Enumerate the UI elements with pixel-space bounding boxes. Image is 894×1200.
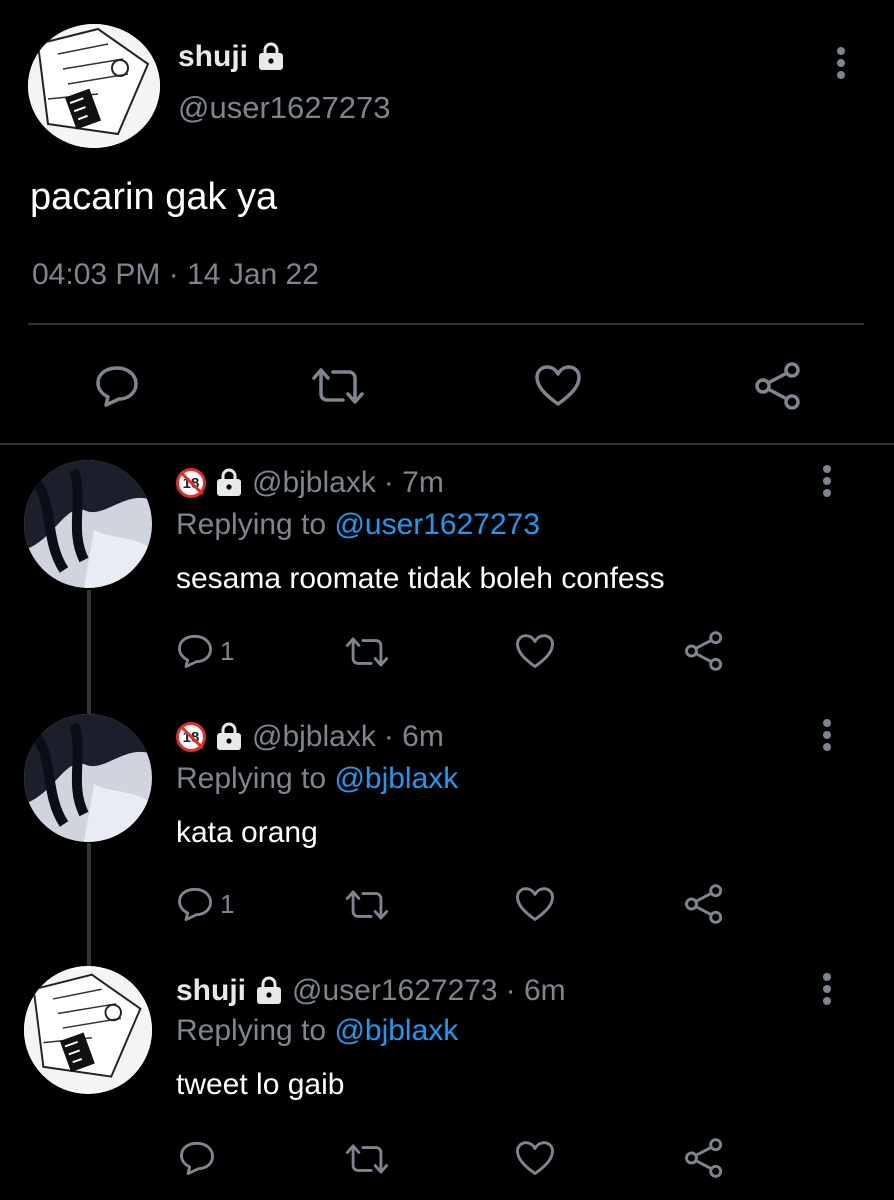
no-under-18-icon: 18: [176, 722, 206, 752]
reply-avatar[interactable]: [24, 460, 152, 588]
like-icon: [516, 887, 554, 921]
like-icon: [535, 365, 581, 406]
lock-icon: [214, 722, 244, 752]
like-button[interactable]: [515, 633, 555, 670]
time: 04:03 PM: [32, 258, 161, 291]
replying-to-link[interactable]: @bjblaxk: [334, 1014, 458, 1047]
like-button[interactable]: [515, 886, 555, 923]
retweet-icon: [345, 1144, 389, 1174]
badge-text: 18: [182, 728, 200, 746]
reply-avatar[interactable]: [24, 966, 152, 1094]
retweet-button[interactable]: [344, 634, 390, 670]
retweet-button[interactable]: [344, 887, 390, 923]
more-icon[interactable]: [812, 970, 842, 1010]
reply-button[interactable]: [178, 1140, 216, 1176]
replying-to-link[interactable]: @user1627273: [334, 508, 540, 541]
main-tweet-timestamp: 04:03 PM · 14 Jan 22: [32, 258, 319, 292]
separator: ·: [168, 258, 179, 291]
share-button[interactable]: [684, 884, 724, 924]
reply-icon: [96, 366, 138, 407]
reply-header: 18 @bjblaxk · 6m: [176, 720, 444, 754]
reply-age: · 6m: [383, 720, 444, 753]
reply-handle[interactable]: @user1627273: [292, 974, 498, 1008]
reply-button[interactable]: 1: [176, 886, 234, 922]
replying-to: Replying to @bjblaxk: [176, 1014, 458, 1048]
thread-line: [87, 590, 91, 715]
reply-button[interactable]: [94, 364, 140, 408]
thread-line: [87, 843, 91, 968]
replying-to-link[interactable]: @bjblaxk: [334, 762, 458, 795]
main-tweet-text: pacarin gak ya: [30, 176, 278, 218]
reply-header: shuji @user1627273 · 6m: [176, 974, 566, 1008]
divider: [0, 443, 894, 445]
lock-icon: [256, 42, 286, 72]
reply-icon: [178, 634, 212, 668]
replying-to: Replying to @user1627273: [176, 508, 540, 542]
share-button[interactable]: [754, 362, 802, 410]
reply-count: 1: [220, 888, 235, 919]
share-icon: [685, 1138, 723, 1178]
reply-age: · 7m: [383, 466, 444, 499]
more-icon[interactable]: [812, 716, 842, 756]
reply-count: 1: [220, 635, 235, 666]
reply-handle[interactable]: @bjblaxk: [252, 720, 376, 754]
replying-to: Replying to @bjblaxk: [176, 762, 458, 796]
like-button[interactable]: [534, 364, 582, 408]
retweet-button[interactable]: [344, 1141, 390, 1177]
retweet-button[interactable]: [311, 364, 365, 408]
divider: [28, 323, 864, 325]
like-icon: [516, 634, 554, 668]
main-avatar[interactable]: [28, 24, 160, 148]
share-button[interactable]: [684, 631, 724, 671]
reply-avatar[interactable]: [24, 714, 152, 842]
lock-icon: [214, 468, 244, 498]
like-icon: [516, 1141, 554, 1175]
reply-header: 18 @bjblaxk · 7m: [176, 466, 444, 500]
retweet-icon: [345, 890, 389, 920]
share-icon: [685, 884, 723, 924]
reply-icon: [180, 1141, 214, 1175]
retweet-icon: [312, 368, 364, 404]
share-button[interactable]: [684, 1138, 724, 1178]
reply-age: · 6m: [505, 974, 566, 1007]
replying-label: Replying to: [176, 762, 327, 795]
retweet-icon: [345, 637, 389, 667]
more-icon[interactable]: [812, 462, 842, 502]
badge-text: 18: [182, 474, 200, 492]
like-button[interactable]: [515, 1140, 555, 1177]
reply-text: tweet lo gaib: [176, 1068, 345, 1101]
reply-button[interactable]: 1: [176, 633, 234, 669]
date: 14 Jan 22: [187, 258, 319, 291]
reply-text: kata orang: [176, 816, 318, 849]
replying-label: Replying to: [176, 508, 327, 541]
main-author-name-text: shuji: [178, 40, 249, 73]
lock-icon: [254, 976, 284, 1006]
reply-icon: [178, 887, 212, 921]
reply-author-name[interactable]: shuji: [176, 974, 246, 1008]
replying-label: Replying to: [176, 1014, 327, 1047]
share-icon: [755, 362, 800, 410]
main-author-handle[interactable]: @user1627273: [178, 90, 390, 126]
share-icon: [685, 631, 723, 671]
more-icon[interactable]: [826, 44, 856, 84]
no-under-18-icon: 18: [176, 468, 206, 498]
main-author-name[interactable]: shuji: [178, 40, 286, 74]
reply-handle[interactable]: @bjblaxk: [252, 466, 376, 500]
reply-text: sesama roomate tidak boleh confess: [176, 562, 665, 595]
